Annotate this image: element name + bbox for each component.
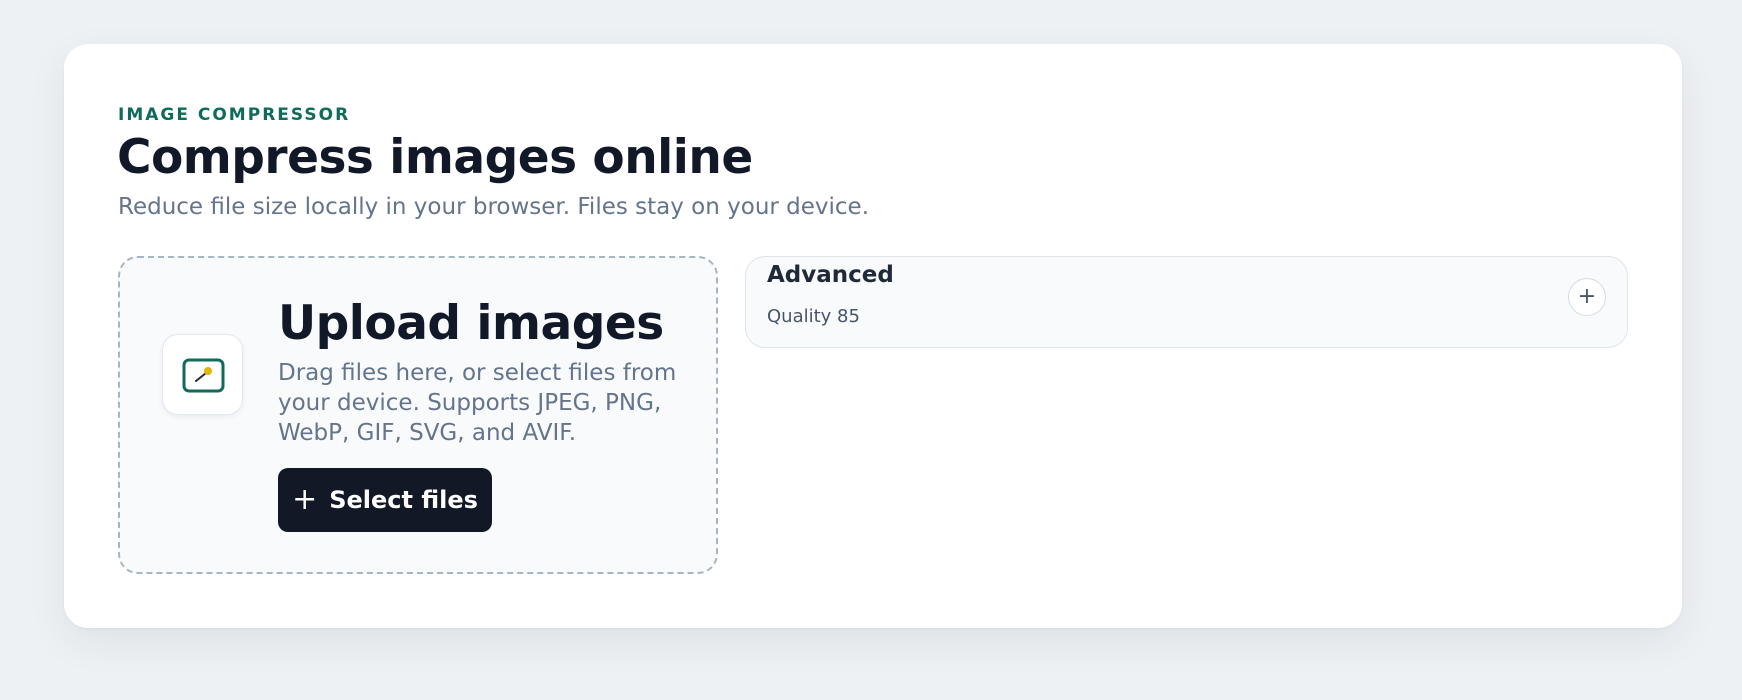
advanced-panel-toggle[interactable]: Advanced Quality 85 + (745, 256, 1628, 348)
select-files-label: Select files (329, 486, 478, 514)
advanced-title: Advanced (767, 262, 894, 288)
upload-description: Drag files here, or select files from yo… (278, 360, 677, 446)
upload-dropzone[interactable]: Upload images Drag files here, or select… (118, 256, 718, 574)
image-icon (182, 358, 225, 393)
upload-title: Upload images (278, 296, 664, 351)
page-title: Compress images online (117, 130, 753, 185)
expand-plus-icon[interactable]: + (1568, 278, 1606, 316)
eyebrow-label: IMAGE COMPRESSOR (118, 105, 351, 125)
select-files-button[interactable]: + Select files (278, 468, 492, 532)
compressor-card: IMAGE COMPRESSOR Compress images online … (64, 44, 1682, 628)
upload-icon-tile (162, 334, 243, 415)
page-subtitle: Reduce file size locally in your browser… (118, 194, 870, 220)
advanced-quality-summary: Quality 85 (767, 306, 860, 327)
plus-icon: + (292, 482, 318, 517)
